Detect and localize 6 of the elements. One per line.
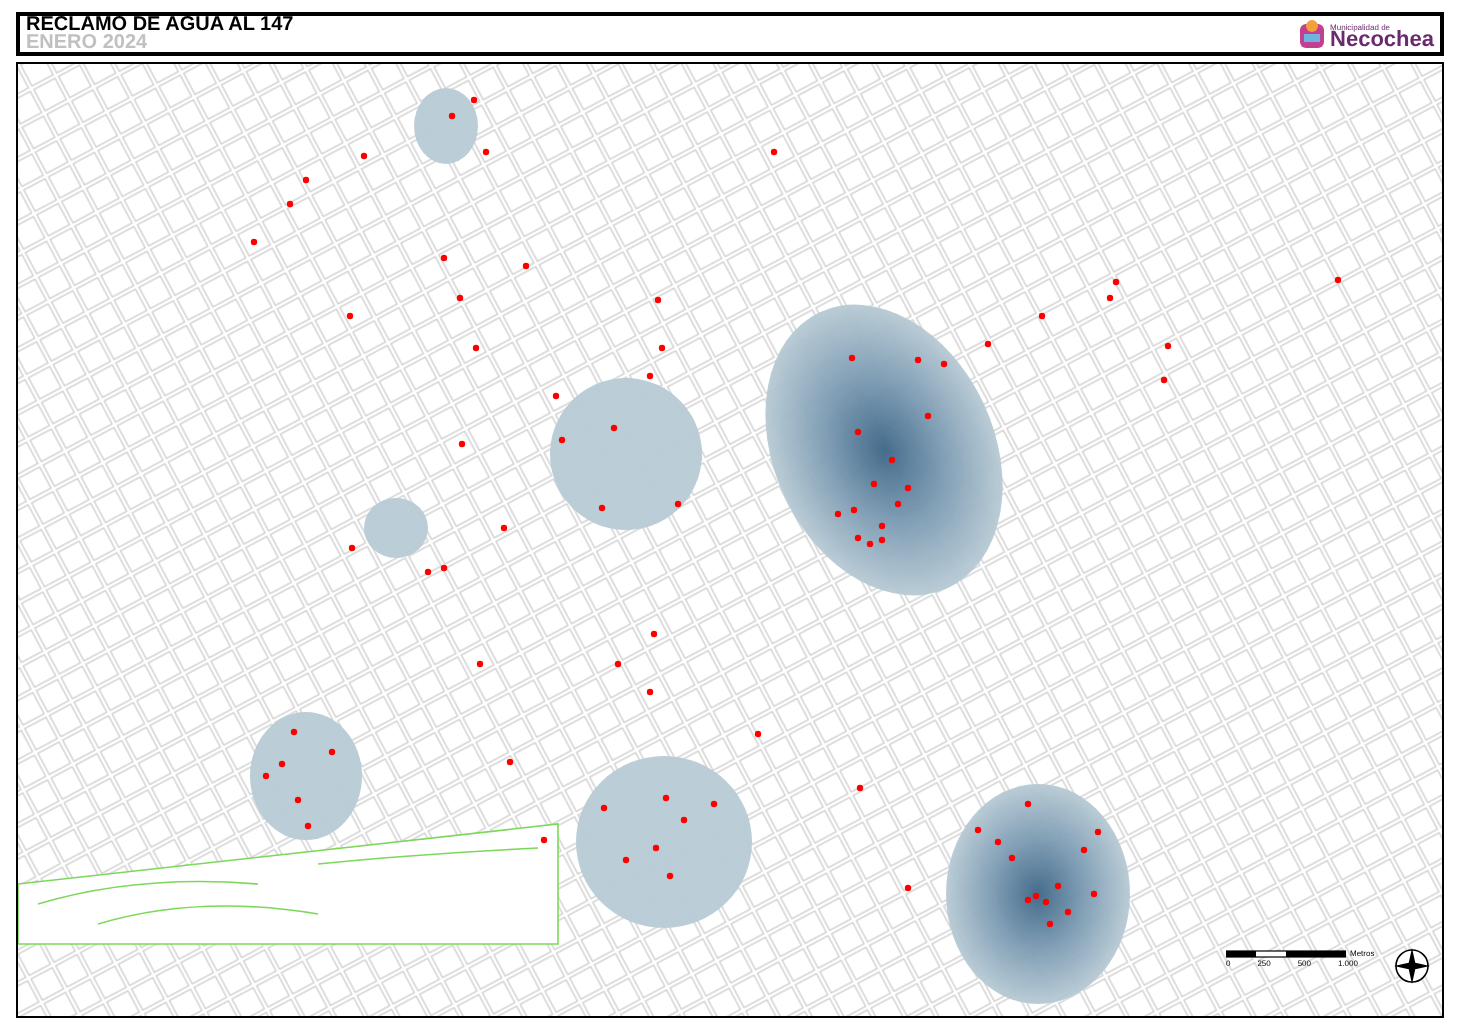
compass-rose-icon <box>1390 944 1434 988</box>
city-crest-icon <box>1298 18 1327 50</box>
map-subtitle: ENERO 2024 <box>26 34 150 52</box>
logo-name: Necochea <box>1330 31 1434 47</box>
map-title: RECLAMO DE AGUA AL 147 <box>26 16 294 34</box>
scale-bar <box>1226 950 1346 958</box>
